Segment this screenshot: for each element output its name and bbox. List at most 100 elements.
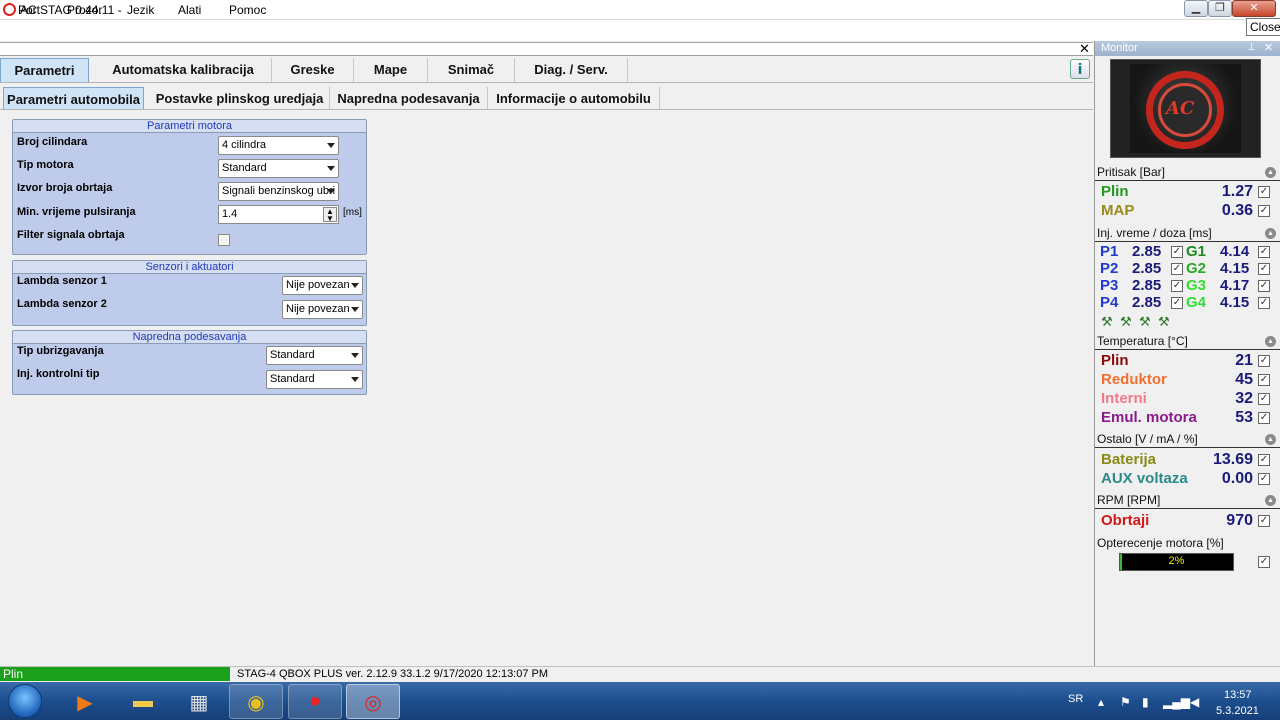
checkbox-interni[interactable]: ✓ xyxy=(1258,393,1270,405)
value-p4: 2.85 xyxy=(1132,294,1162,311)
value-g3: 4.17 xyxy=(1220,277,1250,294)
ac-stag-icon: ◎ xyxy=(364,692,382,714)
calculator-icon: ▦ xyxy=(189,692,209,714)
section-opterecenje: Opterecenje motora [%] xyxy=(1097,536,1224,550)
spin-min-vrijeme-pulsiranja[interactable]: 1.4 ▲ ▼ xyxy=(218,205,339,224)
tab-diag-serv[interactable]: Diag. / Serv. xyxy=(515,58,628,82)
tray-expand-icon[interactable]: ▴ xyxy=(1098,695,1104,709)
injector-icon: ⚒ xyxy=(1139,314,1151,329)
tab-mape[interactable]: Mape xyxy=(354,58,428,82)
checkbox-baterija[interactable]: ✓ xyxy=(1258,454,1270,466)
value-plin-pritisak: 1.27 xyxy=(1221,183,1253,200)
subtab-postavke-plinskog-uredjaja[interactable]: Postavke plinskog uredjaja xyxy=(150,87,330,109)
menu-bar xyxy=(0,20,1280,41)
section-divider xyxy=(1095,241,1280,242)
pin-icon[interactable]: ⊥ xyxy=(1247,42,1256,53)
value-g4: 4.15 xyxy=(1220,294,1250,311)
checkbox-aux-voltaza[interactable]: ✓ xyxy=(1258,473,1270,485)
collapse-icon[interactable]: ▲ xyxy=(1265,336,1276,347)
value-obrtaji: 970 xyxy=(1226,512,1253,529)
checkbox-g2[interactable]: ✓ xyxy=(1258,263,1270,275)
value-baterija: 13.69 xyxy=(1212,451,1253,468)
info-button[interactable]: ⅰ xyxy=(1070,59,1090,79)
combo-inj-kontrolni-tip[interactable]: Standard xyxy=(266,370,363,389)
menu-alati[interactable]: Alati xyxy=(178,3,201,17)
tray-volume-icon[interactable]: ◀ xyxy=(1190,695,1199,709)
combo-broj-cilindara[interactable]: 4 cilindra xyxy=(218,136,339,155)
chevron-down-icon xyxy=(351,377,359,382)
label-lambda-senzor-2: Lambda senzor 2 xyxy=(17,298,107,310)
combo-value: Standard xyxy=(270,373,315,385)
tray-flag-icon[interactable]: ⚑ xyxy=(1120,695,1131,709)
section-divider xyxy=(1095,349,1280,350)
tray-language[interactable]: SR xyxy=(1068,693,1083,705)
menu-prozor[interactable]: Prozor xyxy=(67,3,102,17)
checkbox-opterecenje[interactable]: ✓ xyxy=(1258,556,1270,568)
maximize-button[interactable]: ❐ xyxy=(1208,0,1232,17)
section-divider xyxy=(1095,508,1280,509)
close-tooltip: Close xyxy=(1246,18,1280,36)
ac-logo-text: AC xyxy=(1166,98,1195,119)
clock-time[interactable]: 13:57 xyxy=(1224,689,1252,701)
media-player-icon: ▶ xyxy=(77,692,93,714)
combo-izvor-broja-obrtaja[interactable]: Signali benzinskog ubri xyxy=(218,182,339,201)
start-button[interactable] xyxy=(8,684,42,718)
value-emul-motora: 53 xyxy=(1235,409,1253,426)
combo-value: Nije povezan xyxy=(286,279,350,291)
tab-parametri[interactable]: Parametri xyxy=(0,58,89,82)
spin-arrows-icon[interactable]: ▲ ▼ xyxy=(323,207,337,223)
menu-jezik[interactable]: Jezik xyxy=(127,3,154,17)
label-emul-motora: Emul. motora xyxy=(1101,409,1197,426)
collapse-icon[interactable]: ▲ xyxy=(1265,167,1276,178)
subtab-informacije-o-automobilu[interactable]: Informacije o automobilu xyxy=(488,87,660,109)
checkbox-p2[interactable]: ✓ xyxy=(1171,263,1183,275)
menu-port[interactable]: Port xyxy=(18,3,40,17)
clock-date[interactable]: 5.3.2021 xyxy=(1216,705,1259,717)
tab-automatska-kalibracija[interactable]: Automatska kalibracija xyxy=(95,58,272,82)
checkbox-g4[interactable]: ✓ xyxy=(1258,297,1270,309)
tab-greske[interactable]: Greske xyxy=(272,58,354,82)
subtab-parametri-automobila[interactable]: Parametri automobila xyxy=(3,87,144,109)
checkbox-obrtaji[interactable]: ✓ xyxy=(1258,515,1270,527)
collapse-icon[interactable]: ▲ xyxy=(1265,495,1276,506)
injector-icon: ⚒ xyxy=(1101,314,1113,329)
checkbox-emul-motora[interactable]: ✓ xyxy=(1258,412,1270,424)
label-lambda-senzor-1: Lambda senzor 1 xyxy=(17,275,107,287)
collapse-icon[interactable]: ▲ xyxy=(1265,228,1276,239)
record-icon: ● xyxy=(308,690,322,712)
combo-value: Standard xyxy=(270,349,315,361)
subtab-napredna-podesavanja[interactable]: Napredna podesavanja xyxy=(330,87,488,109)
label-filter-signala-obrtaja: Filter signala obrtaja xyxy=(17,229,125,241)
combo-tip-motora[interactable]: Standard xyxy=(218,159,339,178)
combo-tip-ubrizgavanja[interactable]: Standard xyxy=(266,346,363,365)
checkbox-filter-signala-obrtaja[interactable] xyxy=(218,234,230,246)
value-reduktor: 45 xyxy=(1235,371,1253,388)
label-plin-temp: Plin xyxy=(1101,352,1129,369)
document-close-icon[interactable]: ✕ xyxy=(1079,42,1090,56)
checkbox-g1[interactable]: ✓ xyxy=(1258,246,1270,258)
label-izvor-broja-obrtaja: Izvor broja obrtaja xyxy=(17,182,113,194)
checkbox-plin-temp[interactable]: ✓ xyxy=(1258,355,1270,367)
checkbox-p4[interactable]: ✓ xyxy=(1171,297,1183,309)
checkbox-p1[interactable]: ✓ xyxy=(1171,246,1183,258)
tab-snimac[interactable]: Snimač xyxy=(428,58,515,82)
close-button[interactable]: ✕ xyxy=(1232,0,1276,17)
tray-battery-icon[interactable]: ▮ xyxy=(1142,695,1149,709)
checkbox-reduktor[interactable]: ✓ xyxy=(1258,374,1270,386)
checkbox-p3[interactable]: ✓ xyxy=(1171,280,1183,292)
combo-lambda-senzor-1[interactable]: Nije povezan xyxy=(282,276,363,295)
checkbox-plin-pritisak[interactable]: ✓ xyxy=(1258,186,1270,198)
collapse-icon[interactable]: ▲ xyxy=(1265,434,1276,445)
menu-pomoc[interactable]: Pomoc xyxy=(229,3,266,17)
monitor-close-icon[interactable]: ✕ xyxy=(1264,41,1273,54)
chevron-down-icon xyxy=(351,307,359,312)
checkbox-g3[interactable]: ✓ xyxy=(1258,280,1270,292)
label-interni: Interni xyxy=(1101,390,1147,407)
label-tip-ubrizgavanja: Tip ubrizgavanja xyxy=(17,345,104,357)
group-napredna-podesavanja: Napredna podesavanja Tip ubrizgavanja St… xyxy=(12,330,367,395)
checkbox-map[interactable]: ✓ xyxy=(1258,205,1270,217)
combo-lambda-senzor-2[interactable]: Nije povezan xyxy=(282,300,363,319)
combo-value: Signali benzinskog ubri xyxy=(222,185,336,197)
tray-network-icon[interactable]: ▂▄▆ xyxy=(1163,695,1190,709)
minimize-button[interactable]: ▁ xyxy=(1184,0,1208,17)
